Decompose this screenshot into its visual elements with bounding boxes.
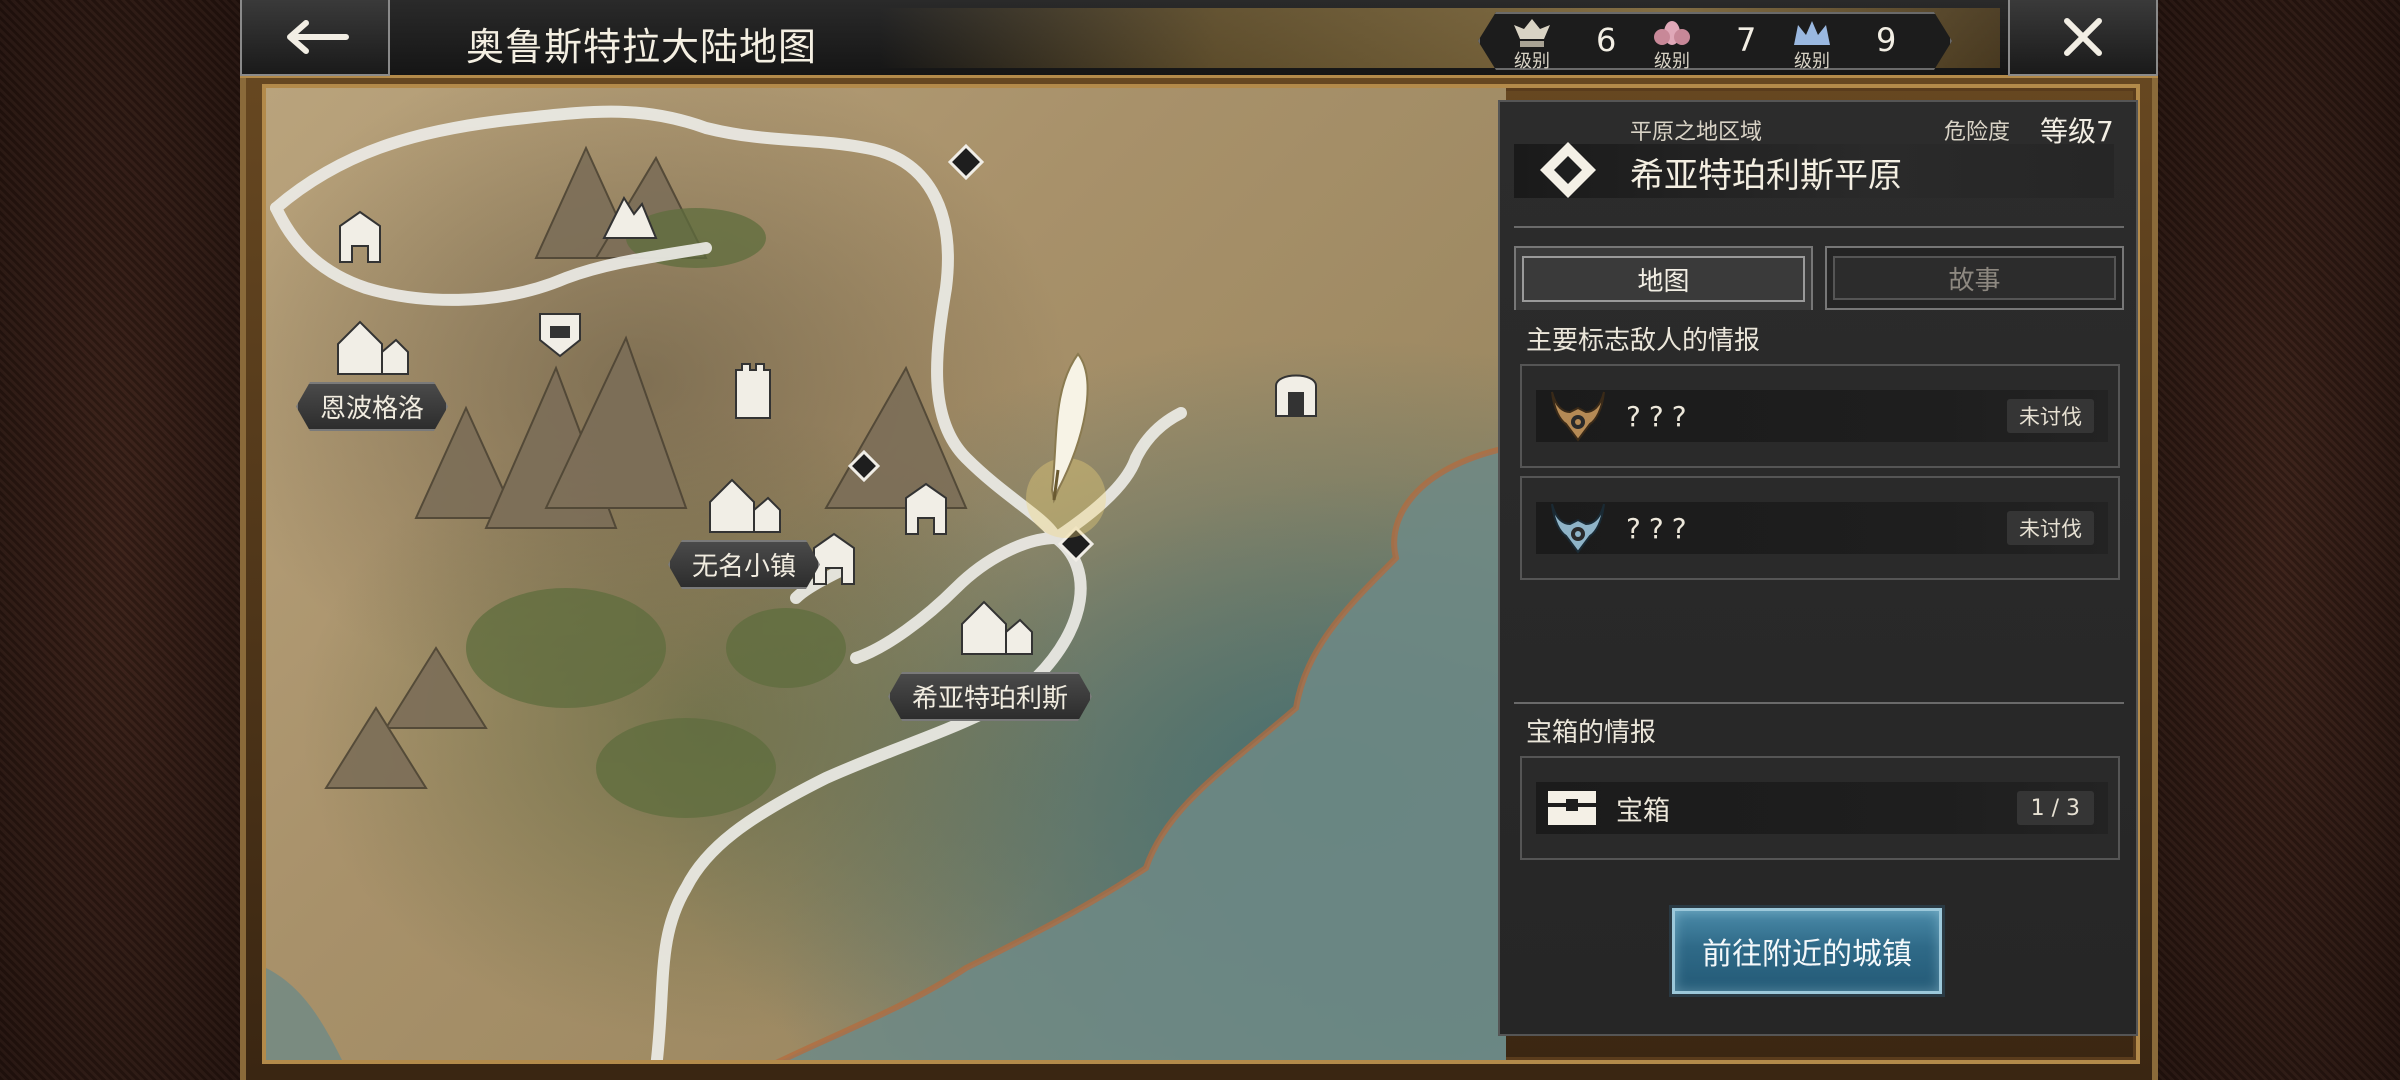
enemy-row: ??? 未讨伐 bbox=[1536, 390, 2108, 442]
enemy-section-title: 主要标志敌人的情报 bbox=[1526, 326, 1761, 356]
quill-marker-icon[interactable] bbox=[1028, 350, 1108, 510]
town-icon bbox=[709, 478, 781, 533]
close-icon bbox=[2064, 18, 2102, 56]
castle-icon[interactable] bbox=[896, 478, 956, 538]
left-background bbox=[0, 0, 240, 1080]
region-info-panel: 平原之地区域 危险度 等级7 希亚特珀利斯平原 地图 故事 主要标志敌人的情报 … bbox=[1498, 100, 2138, 1036]
level-caption: 级别 bbox=[1654, 51, 1690, 72]
level-value: 6 bbox=[1596, 21, 1617, 59]
town-icon bbox=[337, 320, 409, 375]
mountain-icon[interactable] bbox=[600, 186, 660, 246]
level-caption: 级别 bbox=[1514, 51, 1550, 72]
tab-label: 故事 bbox=[1948, 265, 2001, 296]
level-caption: 级别 bbox=[1794, 51, 1830, 72]
back-arrow-icon bbox=[287, 20, 349, 54]
level-lotus: 级别 7 bbox=[1644, 13, 1784, 69]
region-name: 希亚特珀利斯平原 bbox=[1630, 156, 1902, 196]
crown-crest-icon bbox=[1790, 17, 1834, 51]
enemy-entry[interactable]: ??? 未讨伐 bbox=[1520, 364, 2120, 468]
right-background bbox=[2158, 0, 2400, 1080]
tower-icon[interactable] bbox=[728, 358, 778, 422]
back-button[interactable] bbox=[240, 0, 390, 76]
level-value: 7 bbox=[1736, 21, 1757, 59]
enemy-name: ??? bbox=[1626, 399, 1695, 433]
level-indicators: 级别 6 级别 7 级别 9 bbox=[1478, 12, 1952, 70]
level-value: 9 bbox=[1876, 21, 1897, 59]
status-badge: 未讨伐 bbox=[2007, 511, 2094, 545]
enemy-name: ??? bbox=[1626, 511, 1695, 545]
page-title: 奥鲁斯特拉大陆地图 bbox=[466, 25, 818, 69]
level-rank: 级别 6 bbox=[1504, 13, 1644, 69]
region-caption: 平原之地区域 bbox=[1630, 120, 1763, 145]
treasure-chest-icon bbox=[1548, 791, 1596, 825]
location-label[interactable]: 无名小镇 bbox=[668, 540, 820, 589]
status-badge: 未讨伐 bbox=[2007, 399, 2094, 433]
close-button[interactable] bbox=[2008, 0, 2158, 76]
danger-label: 危险度 bbox=[1944, 120, 2011, 145]
panel-tabs: 地图 故事 bbox=[1514, 246, 2124, 310]
region-diamond-icon bbox=[1540, 142, 1596, 198]
enemy-row: ??? 未讨伐 bbox=[1536, 502, 2108, 554]
location-label[interactable]: 希亚特珀利斯 bbox=[888, 672, 1092, 721]
shrine-icon[interactable] bbox=[1266, 360, 1326, 420]
chest-count: 1 / 3 bbox=[2016, 791, 2094, 825]
divider bbox=[1514, 226, 2124, 228]
go-to-nearby-town-button[interactable]: 前往附近的城镇 bbox=[1672, 908, 1942, 994]
tab-label: 地图 bbox=[1637, 266, 1690, 297]
enemy-entry[interactable]: ??? 未讨伐 bbox=[1520, 476, 2120, 580]
divider bbox=[1514, 702, 2124, 704]
chest-label: 宝箱 bbox=[1616, 795, 1670, 827]
fort-icon[interactable] bbox=[532, 304, 588, 360]
world-map[interactable]: 恩波格洛 无名小镇 希亚特珀利斯 bbox=[266, 88, 1506, 1060]
horned-enemy-icon bbox=[1551, 391, 1605, 442]
lotus-crest-icon bbox=[1650, 17, 1694, 51]
rank-crest-icon bbox=[1510, 17, 1554, 51]
chest-section-title: 宝箱的情报 bbox=[1526, 718, 1657, 748]
chest-entry[interactable]: 宝箱 1 / 3 bbox=[1520, 756, 2120, 860]
level-crown: 级别 9 bbox=[1784, 13, 1924, 69]
tab-map[interactable]: 地图 bbox=[1514, 246, 1813, 310]
location-label[interactable]: 恩波格洛 bbox=[296, 382, 448, 431]
castle-icon[interactable] bbox=[330, 206, 390, 266]
horned-enemy-icon bbox=[1551, 503, 1605, 554]
town-icon bbox=[961, 600, 1033, 655]
chest-row: 宝箱 1 / 3 bbox=[1536, 782, 2108, 834]
tab-story[interactable]: 故事 bbox=[1825, 246, 2124, 310]
map-terrain bbox=[266, 105, 1506, 1060]
